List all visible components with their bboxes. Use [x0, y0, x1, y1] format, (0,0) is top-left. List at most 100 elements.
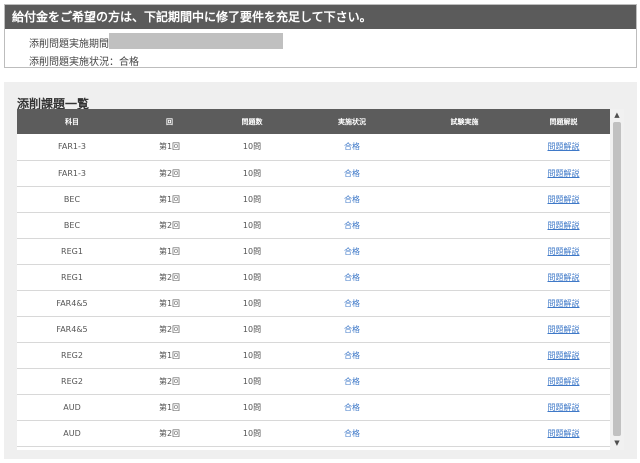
cell-count: 10問	[242, 428, 262, 438]
explanation-link[interactable]: 問題解説	[517, 342, 610, 368]
assignment-panel: 添削課題一覧 科目 回 問題数 実施状況 試験実施 問題解説 FAR1-3 第1回…	[4, 82, 637, 459]
table-row: REG2 第2回 10問 合格 問題解説	[17, 368, 610, 394]
cell-subject: REG1	[61, 246, 83, 256]
period-value-redacted	[109, 33, 283, 49]
scroll-thumb[interactable]	[613, 122, 621, 436]
scroll-up-icon[interactable]: ▲	[610, 109, 624, 122]
cell-exam	[412, 394, 517, 420]
vertical-scrollbar[interactable]: ▲ ▼	[610, 109, 624, 450]
table-row: REG1 第2回 10問 合格 問題解説	[17, 264, 610, 290]
cell-subject: BEC	[63, 194, 81, 204]
status-link[interactable]: 合格	[292, 290, 412, 316]
table-row: AUD 第2回 10問 合格 問題解説	[17, 420, 610, 446]
table-row: AUD 第1回 10問 合格 問題解説	[17, 394, 610, 420]
cell-subject: FAR1-3	[58, 168, 86, 178]
explanation-link[interactable]: 問題解説	[517, 264, 610, 290]
cell-exam	[412, 368, 517, 394]
cell-exam	[412, 342, 517, 368]
cell-round: 第2回	[158, 220, 181, 230]
table-row: FAR4&5 第1回 10問 合格 問題解説	[17, 290, 610, 316]
table-row: BEC 第1回 10問 合格 問題解説	[17, 186, 610, 212]
cell-round: 第1回	[158, 298, 181, 308]
cell-count: 10問	[242, 324, 262, 334]
table-row: FAR1-3 第1回 10問 合格 問題解説	[17, 134, 610, 160]
table-row: BEC 第2回 10問 合格 問題解説	[17, 212, 610, 238]
explanation-link[interactable]: 問題解説	[517, 420, 610, 446]
table-row: FAR4&5 第2回 10問 合格 問題解説	[17, 316, 610, 342]
explanation-link[interactable]: 問題解説	[517, 160, 610, 186]
cell-subject: AUD	[63, 428, 81, 438]
cell-subject: AUD	[63, 402, 81, 412]
table-row: FAR1-3 第2回 10問 合格 問題解説	[17, 160, 610, 186]
notice-box: 給付金をご希望の方は、下記期間中に修了要件を充足して下さい。 添削問題実施期間：…	[4, 4, 637, 68]
cell-subject: REG2	[61, 376, 83, 386]
column-header-subject: 科目	[65, 117, 79, 126]
cell-subject: REG1	[61, 272, 83, 282]
cell-exam	[412, 316, 517, 342]
explanation-link[interactable]: 問題解説	[517, 290, 610, 316]
cell-exam	[412, 134, 517, 160]
cell-count: 10問	[242, 220, 262, 230]
cell-exam	[412, 420, 517, 446]
cell-round: 第2回	[158, 324, 181, 334]
cell-subject: FAR1-3	[58, 142, 86, 152]
cell-exam	[412, 290, 517, 316]
status-link[interactable]: 合格	[292, 264, 412, 290]
cell-count: 10問	[242, 376, 262, 386]
cell-round: 第2回	[158, 428, 181, 438]
cell-exam	[412, 238, 517, 264]
cell-round: 第1回	[158, 350, 181, 360]
cell-round: 第2回	[158, 168, 181, 178]
assignment-table-container[interactable]: 科目 回 問題数 実施状況 試験実施 問題解説 FAR1-3 第1回 10問 合格 問題…	[17, 109, 624, 450]
cell-count: 10問	[242, 194, 262, 204]
cell-exam	[412, 160, 517, 186]
explanation-link[interactable]: 問題解説	[517, 134, 610, 160]
table-body: FAR1-3 第1回 10問 合格 問題解説 FAR1-3 第2回 10問 合格 問題解説 BEC 第…	[17, 134, 610, 446]
cell-round: 第1回	[158, 246, 181, 256]
table-row: REG1 第1回 10問 合格 問題解説	[17, 238, 610, 264]
column-header-count: 問題数	[241, 117, 263, 126]
explanation-link[interactable]: 問題解説	[517, 316, 610, 342]
cell-subject: BEC	[63, 220, 81, 230]
cell-round: 第1回	[158, 402, 181, 412]
table-row: REG2 第1回 10問 合格 問題解説	[17, 342, 610, 368]
explanation-link[interactable]: 問題解説	[517, 368, 610, 394]
column-header-explanation: 問題解説	[549, 117, 578, 126]
status-link[interactable]: 合格	[292, 420, 412, 446]
column-header-round: 回	[166, 117, 173, 126]
status-link[interactable]: 合格	[292, 186, 412, 212]
cell-exam	[412, 212, 517, 238]
cell-subject: REG2	[61, 350, 83, 360]
cell-count: 10問	[242, 272, 262, 282]
scroll-down-icon[interactable]: ▼	[610, 437, 624, 450]
cell-subject: FAR4&5	[56, 324, 88, 334]
status-link[interactable]: 合格	[292, 394, 412, 420]
status-link[interactable]: 合格	[292, 160, 412, 186]
notice-heading: 給付金をご希望の方は、下記期間中に修了要件を充足して下さい。	[5, 5, 636, 29]
status-link[interactable]: 合格	[292, 342, 412, 368]
cell-exam	[412, 186, 517, 212]
explanation-link[interactable]: 問題解説	[517, 186, 610, 212]
status-link[interactable]: 合格	[292, 212, 412, 238]
status-label: 添削問題実施状況：合格	[29, 57, 139, 68]
explanation-link[interactable]: 問題解説	[517, 394, 610, 420]
cell-round: 第1回	[158, 194, 181, 204]
cell-count: 10問	[242, 402, 262, 412]
cell-round: 第2回	[158, 272, 181, 282]
column-header-status: 実施状況	[338, 117, 366, 126]
period-label: 添削問題実施期間：	[29, 39, 119, 50]
cell-round: 第1回	[158, 142, 181, 152]
cell-exam	[412, 264, 517, 290]
cell-count: 10問	[242, 142, 262, 152]
cell-count: 10問	[242, 246, 262, 256]
status-link[interactable]: 合格	[292, 134, 412, 160]
status-link[interactable]: 合格	[292, 316, 412, 342]
cell-count: 10問	[242, 350, 262, 360]
status-link[interactable]: 合格	[292, 238, 412, 264]
explanation-link[interactable]: 問題解説	[517, 238, 610, 264]
explanation-link[interactable]: 問題解説	[517, 212, 610, 238]
status-link[interactable]: 合格	[292, 368, 412, 394]
column-header-exam: 試験実施	[450, 117, 479, 126]
cell-count: 10問	[242, 298, 262, 308]
cell-subject: FAR4&5	[56, 298, 88, 308]
